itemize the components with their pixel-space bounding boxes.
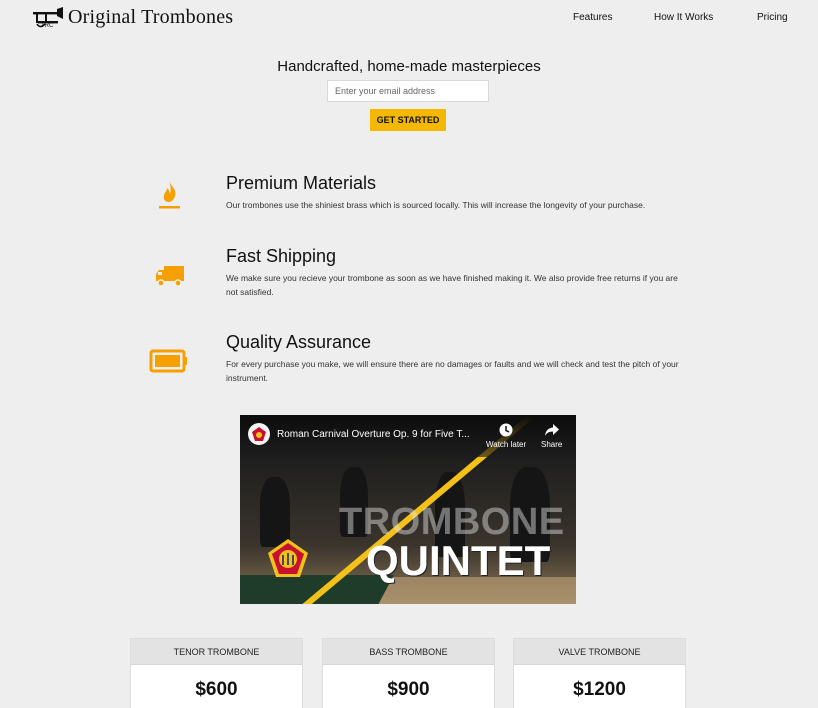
feature-description: For every purchase you make, we will ens… — [226, 359, 679, 383]
clock-icon — [499, 423, 513, 437]
watch-later-label: Watch later — [486, 440, 527, 449]
feature-description: We make sure you recieve your trombone a… — [226, 273, 678, 297]
feature-title: Premium Materials — [226, 173, 377, 193]
pricing-card-price: $600 — [195, 679, 238, 700]
feature-title: Quality Assurance — [226, 332, 372, 352]
pricing-card-bass[interactable]: BASS TROMBONE $900 — [322, 638, 495, 708]
nav-features-link[interactable]: Features — [573, 12, 612, 23]
header: TRC Original Trombones Features How It W… — [0, 0, 818, 36]
get-started-button[interactable]: GET STARTED — [370, 109, 446, 131]
email-input[interactable] — [327, 80, 489, 102]
fire-icon — [159, 181, 180, 209]
hero-title: Handcrafted, home-made masterpieces — [277, 58, 541, 75]
truck-icon — [156, 266, 184, 287]
nav-bar: Features How It Works Pricing — [0, 12, 818, 26]
video-embed[interactable]: TROMBONE QUINTET Roman Carnival Overture… — [240, 415, 576, 604]
video-overlay-bottom: QUINTET — [366, 537, 551, 584]
share-button[interactable]: Share — [541, 423, 562, 449]
video-title[interactable]: Roman Carnival Overture Op. 9 for Five T… — [277, 429, 470, 440]
share-label: Share — [541, 440, 563, 449]
pricing-card-price: $1200 — [573, 679, 626, 700]
battery-icon — [149, 349, 187, 373]
watch-later-button[interactable]: Watch later — [486, 423, 526, 449]
pricing-card-name: VALVE TROMBONE — [514, 639, 685, 665]
pricing-card-tenor[interactable]: TENOR TROMBONE $600 — [130, 638, 303, 708]
channel-emblem-icon — [252, 427, 266, 441]
nav-how-it-works-link[interactable]: How It Works — [654, 12, 713, 23]
pricing-card-name: BASS TROMBONE — [323, 639, 494, 665]
video-thumbnail: TROMBONE QUINTET — [240, 415, 576, 604]
channel-avatar[interactable] — [248, 423, 270, 445]
pricing-card-valve[interactable]: VALVE TROMBONE $1200 — [513, 638, 686, 708]
emblem-icon — [268, 539, 308, 577]
pricing-card-price: $900 — [387, 679, 430, 700]
share-icon — [544, 424, 559, 436]
feature-description: Our trombones use the shiniest brass whi… — [226, 200, 646, 210]
pricing-card-name: TENOR TROMBONE — [131, 639, 302, 665]
feature-title: Fast Shipping — [226, 246, 337, 266]
nav-pricing-link[interactable]: Pricing — [757, 12, 788, 23]
